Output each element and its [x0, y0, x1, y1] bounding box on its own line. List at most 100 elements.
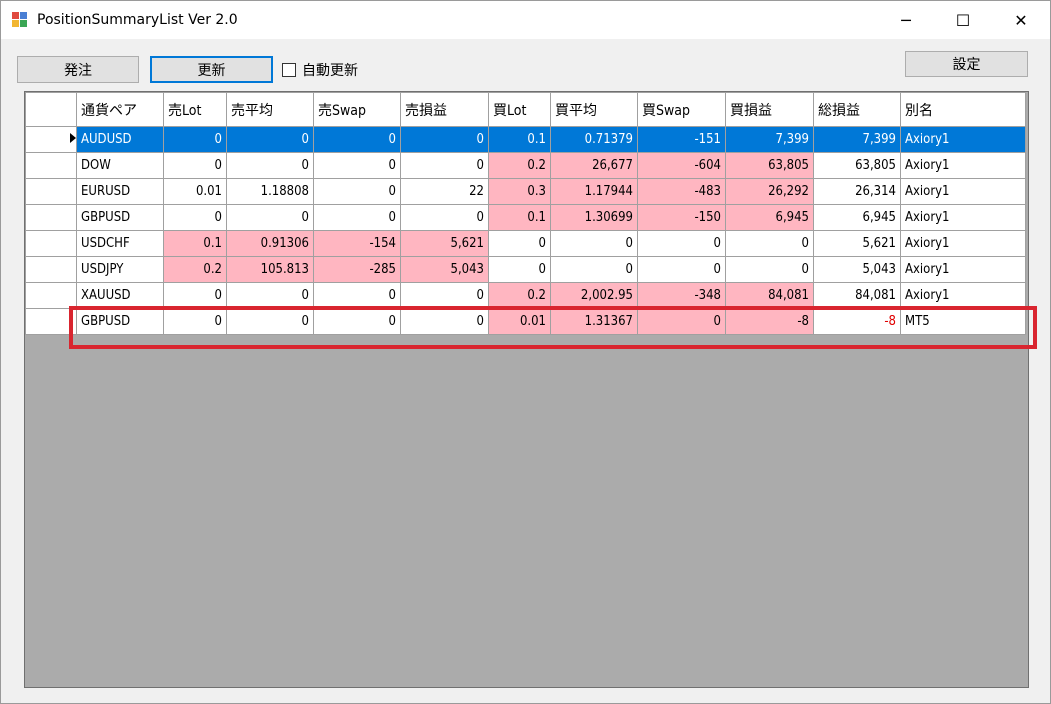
- table-cell[interactable]: 0.01: [488, 308, 551, 335]
- table-cell[interactable]: -8: [725, 308, 814, 335]
- table-cell[interactable]: 0: [313, 282, 401, 309]
- row-header[interactable]: [25, 282, 77, 309]
- column-header[interactable]: 買Lot: [488, 92, 551, 127]
- table-cell[interactable]: 0: [400, 308, 489, 335]
- table-cell[interactable]: MT5: [900, 308, 1026, 335]
- table-cell[interactable]: 0: [550, 256, 638, 283]
- table-cell[interactable]: 26,314: [813, 178, 901, 205]
- table-cell[interactable]: 0: [226, 282, 314, 309]
- table-cell[interactable]: 0: [400, 282, 489, 309]
- column-header[interactable]: 総損益: [813, 92, 901, 127]
- table-cell[interactable]: Axiory1: [900, 282, 1026, 309]
- table-cell[interactable]: Axiory1: [900, 256, 1026, 283]
- column-header[interactable]: 売損益: [400, 92, 489, 127]
- row-header[interactable]: [25, 126, 77, 153]
- table-cell[interactable]: Axiory1: [900, 204, 1026, 231]
- table-cell[interactable]: 5,043: [813, 256, 901, 283]
- table-cell[interactable]: 0: [400, 152, 489, 179]
- table-cell[interactable]: 0: [163, 308, 227, 335]
- table-cell[interactable]: Axiory1: [900, 126, 1026, 153]
- table-cell[interactable]: 0: [163, 204, 227, 231]
- table-cell[interactable]: 5,621: [813, 230, 901, 257]
- table-cell[interactable]: 0: [226, 126, 314, 153]
- table-cell[interactable]: 0.2: [163, 256, 227, 283]
- order-button[interactable]: 発注: [17, 56, 139, 83]
- table-cell[interactable]: 0: [163, 282, 227, 309]
- table-cell[interactable]: 0: [226, 204, 314, 231]
- row-header[interactable]: [25, 204, 77, 231]
- table-cell[interactable]: Axiory1: [900, 178, 1026, 205]
- table-cell[interactable]: 1.18808: [226, 178, 314, 205]
- row-header[interactable]: [25, 308, 77, 335]
- table-row[interactable]: USDJPY 0.2 105.813 -285 5,043 0 0 0 0 5,043 Axiory…: [25, 256, 1026, 283]
- table-cell[interactable]: GBPUSD: [76, 308, 164, 335]
- auto-refresh-checkbox[interactable]: [282, 63, 296, 77]
- table-cell[interactable]: 0.2: [488, 152, 551, 179]
- refresh-button[interactable]: 更新: [150, 56, 273, 83]
- column-header[interactable]: 売平均: [226, 92, 314, 127]
- table-row[interactable]: DOW 0 0 0 0 0.2 26,677 -604 63,805 63,805 Axiory1: [25, 152, 1026, 179]
- table-cell[interactable]: 1.31367: [550, 308, 638, 335]
- table-cell[interactable]: AUDUSD: [76, 126, 164, 153]
- table-cell[interactable]: 1.30699: [550, 204, 638, 231]
- auto-refresh-checkbox-group[interactable]: 自動更新: [282, 60, 358, 80]
- table-cell[interactable]: 0: [163, 126, 227, 153]
- table-cell[interactable]: Axiory1: [900, 152, 1026, 179]
- column-header[interactable]: 買損益: [725, 92, 814, 127]
- table-cell[interactable]: 22: [400, 178, 489, 205]
- table-cell[interactable]: 6,945: [813, 204, 901, 231]
- table-cell[interactable]: EURUSD: [76, 178, 164, 205]
- table-row[interactable]: GBPUSD 0 0 0 0 0.1 1.30699 -150 6,945 6,945 Axiory…: [25, 204, 1026, 231]
- table-cell[interactable]: 7,399: [813, 126, 901, 153]
- table-cell[interactable]: 63,805: [813, 152, 901, 179]
- table-cell[interactable]: 0: [313, 204, 401, 231]
- table-cell[interactable]: 5,621: [400, 230, 489, 257]
- table-cell[interactable]: 0: [313, 178, 401, 205]
- table-cell[interactable]: GBPUSD: [76, 204, 164, 231]
- table-cell[interactable]: 0: [163, 152, 227, 179]
- table-cell[interactable]: 0.91306: [226, 230, 314, 257]
- table-cell[interactable]: 0.01: [163, 178, 227, 205]
- table-cell[interactable]: 0.2: [488, 282, 551, 309]
- table-cell[interactable]: 0: [488, 230, 551, 257]
- table-cell[interactable]: -151: [637, 126, 726, 153]
- column-header[interactable]: 別名: [900, 92, 1026, 127]
- table-cell[interactable]: 0: [313, 308, 401, 335]
- row-header[interactable]: [25, 178, 77, 205]
- table-cell[interactable]: -154: [313, 230, 401, 257]
- table-cell[interactable]: 0: [313, 126, 401, 153]
- table-cell[interactable]: 84,081: [813, 282, 901, 309]
- column-header[interactable]: 通貨ペア: [76, 92, 164, 127]
- table-cell[interactable]: -604: [637, 152, 726, 179]
- table-cell[interactable]: 0.1: [163, 230, 227, 257]
- table-cell[interactable]: 0: [637, 230, 726, 257]
- position-grid[interactable]: 通貨ペア 売Lot 売平均 売Swap 売損益 買Lot 買平均 買Swap 買…: [24, 91, 1029, 688]
- table-cell[interactable]: 7,399: [725, 126, 814, 153]
- row-header[interactable]: [25, 230, 77, 257]
- table-cell[interactable]: USDCHF: [76, 230, 164, 257]
- minimize-button[interactable]: ─: [878, 1, 934, 39]
- table-cell[interactable]: 0: [313, 152, 401, 179]
- table-cell[interactable]: 0: [725, 256, 814, 283]
- table-cell[interactable]: -348: [637, 282, 726, 309]
- table-cell[interactable]: -150: [637, 204, 726, 231]
- table-row[interactable]: GBPUSD 0 0 0 0 0.01 1.31367 0 -8 -8 MT5: [25, 308, 1026, 335]
- table-cell[interactable]: -285: [313, 256, 401, 283]
- maximize-button[interactable]: ☐: [935, 1, 991, 39]
- table-cell[interactable]: 5,043: [400, 256, 489, 283]
- table-cell[interactable]: 0: [637, 256, 726, 283]
- table-cell[interactable]: 0: [400, 126, 489, 153]
- table-cell[interactable]: 1.17944: [550, 178, 638, 205]
- table-cell[interactable]: 0.1: [488, 126, 551, 153]
- table-cell[interactable]: Axiory1: [900, 230, 1026, 257]
- table-cell[interactable]: 26,292: [725, 178, 814, 205]
- table-cell[interactable]: 0: [637, 308, 726, 335]
- table-cell[interactable]: 105.813: [226, 256, 314, 283]
- table-cell[interactable]: 0: [226, 152, 314, 179]
- table-cell[interactable]: 26,677: [550, 152, 638, 179]
- table-cell[interactable]: USDJPY: [76, 256, 164, 283]
- table-cell[interactable]: 0: [550, 230, 638, 257]
- table-row[interactable]: AUDUSD 0 0 0 0 0.1 0.71379 -151 7,399 7,399 Axiory…: [25, 126, 1026, 153]
- table-cell[interactable]: DOW: [76, 152, 164, 179]
- column-header[interactable]: 売Lot: [163, 92, 227, 127]
